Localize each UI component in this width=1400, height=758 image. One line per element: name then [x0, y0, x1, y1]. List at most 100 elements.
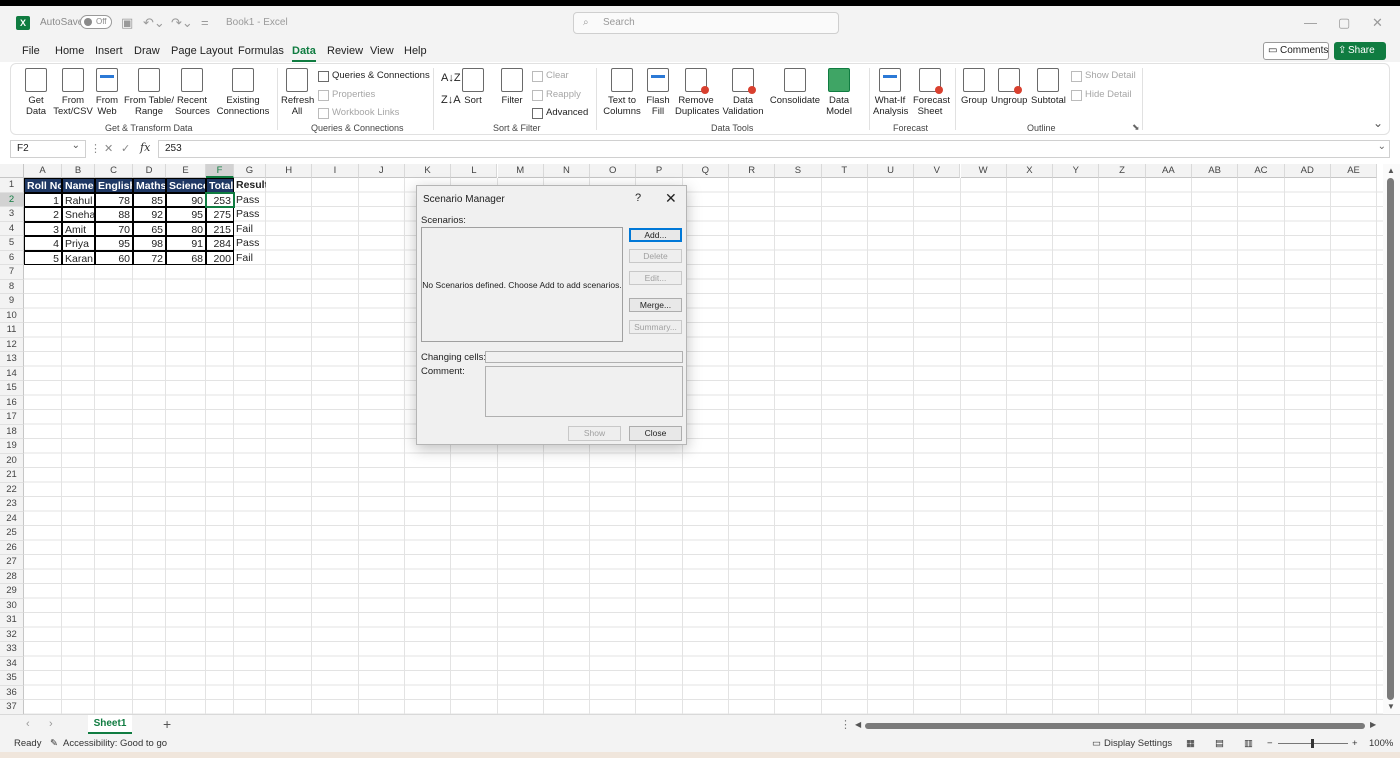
- column-header[interactable]: AC: [1238, 164, 1285, 178]
- workbook-links-button[interactable]: Workbook Links: [318, 107, 399, 119]
- row-header[interactable]: 32: [0, 627, 24, 642]
- column-header[interactable]: M: [497, 164, 544, 178]
- column-header[interactable]: T: [821, 164, 868, 178]
- data-cell[interactable]: 70: [95, 221, 133, 236]
- tab-formulas[interactable]: Formulas: [238, 45, 284, 57]
- row-header[interactable]: 29: [0, 584, 24, 599]
- header-cell[interactable]: Name: [62, 178, 95, 193]
- data-cell[interactable]: 4: [24, 236, 62, 251]
- hide-detail-button[interactable]: Hide Detail: [1071, 89, 1131, 101]
- queries-connections-button[interactable]: Queries & Connections: [318, 70, 430, 82]
- sheet-tab[interactable]: Sheet1: [88, 715, 132, 734]
- tab-split-icon[interactable]: ⋮: [840, 718, 851, 731]
- header-cell[interactable]: Maths: [133, 178, 166, 193]
- data-cell[interactable]: 98: [133, 236, 166, 251]
- header-cell[interactable]: Science: [166, 178, 206, 193]
- group-button[interactable]: Group: [961, 68, 987, 106]
- display-settings[interactable]: Display Settings: [1104, 738, 1172, 749]
- help-icon[interactable]: ?: [635, 192, 641, 204]
- share-button[interactable]: Share: [1334, 42, 1386, 60]
- row-header[interactable]: 6: [0, 250, 24, 265]
- minimize-icon[interactable]: —: [1304, 15, 1317, 30]
- row-header[interactable]: 13: [0, 352, 24, 367]
- merge-button[interactable]: Merge...: [629, 298, 682, 312]
- scroll-up-icon[interactable]: ▲: [1387, 166, 1395, 175]
- row-header[interactable]: 8: [0, 279, 24, 294]
- data-cell[interactable]: 200: [206, 250, 234, 265]
- data-cell[interactable]: Rahul: [62, 192, 95, 207]
- tab-page-layout[interactable]: Page Layout: [171, 45, 233, 57]
- tab-file[interactable]: File: [22, 45, 40, 57]
- column-header[interactable]: B: [62, 164, 95, 178]
- column-header[interactable]: K: [404, 164, 452, 178]
- row-header[interactable]: 17: [0, 410, 24, 425]
- column-header[interactable]: AB: [1192, 164, 1239, 178]
- vertical-scrollbar[interactable]: ▲ ▼: [1383, 164, 1400, 714]
- row-header[interactable]: 4: [0, 221, 24, 236]
- row-header[interactable]: 30: [0, 598, 24, 613]
- sort-button[interactable]: Sort: [461, 68, 485, 106]
- row-header[interactable]: 18: [0, 424, 24, 439]
- delete-button[interactable]: Delete: [629, 249, 682, 263]
- get-data-button[interactable]: Get Data: [21, 68, 51, 117]
- scroll-right-icon[interactable]: ▶: [1370, 720, 1376, 729]
- data-model-button[interactable]: Data Model: [821, 68, 857, 117]
- zoom-slider-thumb[interactable]: [1311, 739, 1314, 748]
- spreadsheet-grid[interactable]: A B C D E F G H I J K L M N O P Q R S T U V W X Y Z AA AB AC AD AE 1 2 3 4…: [0, 164, 1383, 714]
- close-window-icon[interactable]: ✕: [1372, 15, 1383, 31]
- data-cell[interactable]: Pass: [234, 207, 266, 222]
- redo-icon[interactable]: ↷⌄: [171, 15, 193, 31]
- name-box[interactable]: F2: [10, 140, 86, 158]
- cancel-entry-icon[interactable]: ✕: [104, 142, 113, 155]
- flash-fill-button[interactable]: Flash Fill: [645, 68, 671, 117]
- scenarios-list[interactable]: No Scenarios defined. Choose Add to add …: [421, 227, 623, 342]
- subtotal-button[interactable]: Subtotal: [1031, 68, 1066, 106]
- data-cell[interactable]: 88: [95, 207, 133, 222]
- insert-function-icon[interactable]: fx: [140, 141, 150, 154]
- outline-launcher-icon[interactable]: ⬊: [1132, 122, 1140, 133]
- show-button[interactable]: Show: [568, 426, 621, 441]
- row-header[interactable]: 11: [0, 323, 24, 338]
- row-header[interactable]: 20: [0, 453, 24, 468]
- column-header[interactable]: L: [451, 164, 498, 178]
- data-cell[interactable]: 284: [206, 236, 234, 251]
- column-header[interactable]: AA: [1145, 164, 1192, 178]
- row-header[interactable]: 3: [0, 207, 24, 222]
- sort-az-icon[interactable]: A↓Z: [441, 72, 461, 84]
- header-cell[interactable]: English: [95, 178, 133, 193]
- row-header[interactable]: 22: [0, 482, 24, 497]
- scroll-down-icon[interactable]: ▼: [1387, 702, 1395, 711]
- from-table-range-button[interactable]: From Table/ Range: [123, 68, 175, 117]
- data-cell[interactable]: 60: [95, 250, 133, 265]
- row-header[interactable]: 25: [0, 526, 24, 541]
- sort-za-icon[interactable]: Z↓A: [441, 94, 461, 106]
- tab-review[interactable]: Review: [327, 45, 363, 57]
- data-cell[interactable]: Pass: [234, 193, 266, 208]
- accessibility-status[interactable]: Accessibility: Good to go: [63, 738, 167, 749]
- data-cell[interactable]: 95: [95, 236, 133, 251]
- add-sheet-icon[interactable]: +: [163, 716, 171, 732]
- row-header[interactable]: 31: [0, 613, 24, 628]
- column-header[interactable]: W: [960, 164, 1007, 178]
- data-cell[interactable]: 80: [166, 221, 206, 236]
- column-header[interactable]: P: [636, 164, 683, 178]
- what-if-analysis-button[interactable]: What-If Analysis: [873, 68, 908, 117]
- summary-button[interactable]: Summary...: [629, 320, 682, 334]
- row-header[interactable]: 15: [0, 381, 24, 396]
- column-header[interactable]: C: [95, 164, 133, 178]
- column-header[interactable]: X: [1006, 164, 1054, 178]
- data-cell[interactable]: 95: [166, 207, 206, 222]
- data-validation-button[interactable]: Data Validation: [719, 68, 767, 117]
- data-cell[interactable]: Pass: [234, 236, 266, 251]
- more-icon[interactable]: ⋮: [90, 142, 101, 155]
- vertical-scroll-thumb[interactable]: [1387, 178, 1394, 700]
- row-header[interactable]: 21: [0, 468, 24, 483]
- row-header[interactable]: 27: [0, 555, 24, 570]
- clear-button[interactable]: Clear: [532, 70, 569, 82]
- from-web-button[interactable]: From Web: [95, 68, 119, 117]
- close-button[interactable]: Close: [629, 426, 682, 441]
- reapply-button[interactable]: Reapply: [532, 89, 581, 101]
- scroll-left-icon[interactable]: ◀: [855, 720, 861, 729]
- filter-button[interactable]: Filter: [499, 68, 525, 106]
- ungroup-button[interactable]: Ungroup: [991, 68, 1027, 106]
